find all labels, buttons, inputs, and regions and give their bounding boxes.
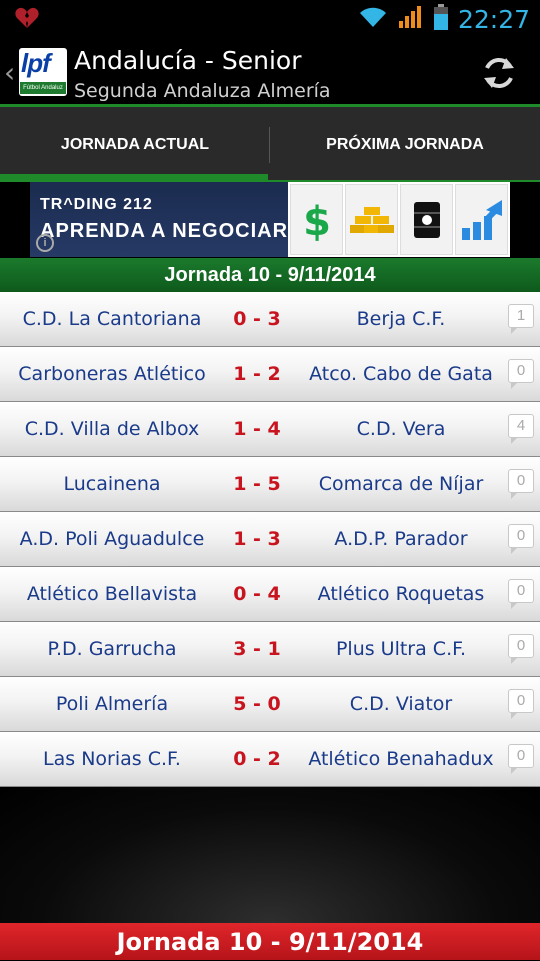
- match-score: 1 - 4: [233, 418, 281, 440]
- back-chevron-icon[interactable]: ‹: [4, 56, 15, 89]
- matches-list: C.D. La Cantoriana 0 - 3 Berja C.F. 1 Ca…: [0, 292, 540, 787]
- home-team: Atlético Bellavista: [26, 583, 198, 605]
- match-score: 0 - 2: [233, 748, 281, 770]
- battery-icon: [433, 4, 448, 35]
- ad-info-icon[interactable]: i: [36, 234, 54, 252]
- comments-count[interactable]: 1: [508, 304, 534, 334]
- status-bar: 22:27: [0, 0, 540, 38]
- match-score: 1 - 3: [233, 528, 281, 550]
- round-header: Jornada 10 - 9/11/2014: [0, 258, 540, 292]
- match-score: 0 - 4: [233, 583, 281, 605]
- comments-count[interactable]: 0: [508, 469, 534, 499]
- page-title: Andalucía - Senior: [74, 46, 302, 75]
- oil-barrel-icon: [400, 184, 453, 255]
- round-footer-button[interactable]: Jornada 10 - 9/11/2014: [0, 923, 540, 960]
- match-score: 3 - 1: [233, 638, 281, 660]
- home-team: Carboneras Atlético: [18, 363, 206, 385]
- match-score: 5 - 0: [233, 693, 281, 715]
- away-team: Plus Ultra C.F.: [335, 638, 467, 660]
- page-subtitle: Segunda Andaluza Almería: [74, 80, 331, 102]
- dollar-icon: $: [290, 184, 343, 255]
- match-row[interactable]: Poli Almería 5 - 0 C.D. Viator 0: [0, 677, 540, 732]
- home-team: P.D. Garrucha: [47, 638, 177, 660]
- gold-bars-icon: [345, 184, 398, 255]
- broken-heart-icon: [14, 6, 40, 35]
- away-team: Atlético Roquetas: [317, 583, 485, 605]
- refresh-icon[interactable]: [480, 54, 518, 92]
- match-row[interactable]: C.D. Villa de Albox 1 - 4 C.D. Vera 4: [0, 402, 540, 457]
- comments-count[interactable]: 0: [508, 524, 534, 554]
- away-team: Atlético Benahadux: [308, 748, 494, 770]
- tab-selected-indicator: [0, 174, 268, 182]
- tab-proxima-jornada[interactable]: PRÓXIMA JORNADA: [270, 107, 540, 182]
- action-bar: ‹ lpf Fútbol Andaluz Andalucía - Senior …: [0, 38, 540, 106]
- tab-jornada-actual[interactable]: JORNADA ACTUAL: [0, 107, 270, 182]
- comments-count[interactable]: 4: [508, 414, 534, 444]
- match-row[interactable]: Las Norias C.F. 0 - 2 Atlético Benahadux…: [0, 732, 540, 787]
- match-score: 1 - 2: [233, 363, 281, 385]
- wifi-icon: [358, 5, 388, 34]
- signal-icon: [398, 5, 424, 34]
- ad-banner[interactable]: TR^DING 212 APRENDA A NEGOCIAR i $: [30, 182, 510, 257]
- comments-count[interactable]: 0: [508, 744, 534, 774]
- comments-count[interactable]: 0: [508, 359, 534, 389]
- ad-cta: APRENDA A NEGOCIAR: [40, 220, 289, 242]
- clock-time: 22:27: [457, 5, 530, 34]
- empty-list-background: [0, 787, 540, 923]
- match-row[interactable]: A.D. Poli Aguadulce 1 - 3 A.D.P. Parador…: [0, 512, 540, 567]
- match-row[interactable]: Carboneras Atlético 1 - 2 Atco. Cabo de …: [0, 347, 540, 402]
- ad-text-panel[interactable]: TR^DING 212 APRENDA A NEGOCIAR i: [30, 182, 288, 257]
- away-team: C.D. Viator: [349, 693, 453, 715]
- growth-chart-icon: [455, 184, 508, 255]
- tab-bar: JORNADA ACTUAL PRÓXIMA JORNADA: [0, 107, 540, 182]
- home-team: A.D. Poli Aguadulce: [19, 528, 205, 550]
- away-team: Comarca de Níjar: [318, 473, 484, 495]
- away-team: C.D. Vera: [356, 418, 446, 440]
- comments-count[interactable]: 0: [508, 579, 534, 609]
- match-row[interactable]: C.D. La Cantoriana 0 - 3 Berja C.F. 1: [0, 292, 540, 347]
- svg-text:$: $: [303, 199, 331, 245]
- ad-brand: TR^DING 212: [40, 196, 153, 213]
- home-team: Las Norias C.F.: [43, 748, 181, 770]
- comments-count[interactable]: 0: [508, 634, 534, 664]
- match-row[interactable]: Lucainena 1 - 5 Comarca de Níjar 0: [0, 457, 540, 512]
- match-row[interactable]: Atlético Bellavista 0 - 4 Atlético Roque…: [0, 567, 540, 622]
- app-logo-subtext: Fútbol Andaluz: [20, 82, 66, 94]
- match-score: 0 - 3: [233, 308, 281, 330]
- app-logo[interactable]: lpf Fútbol Andaluz: [19, 48, 67, 96]
- match-score: 1 - 5: [233, 473, 281, 495]
- comments-count[interactable]: 0: [508, 689, 534, 719]
- home-team: C.D. Villa de Albox: [24, 418, 200, 440]
- app-logo-text: lpf: [21, 48, 51, 78]
- away-team: Berja C.F.: [356, 308, 446, 330]
- home-team: Poli Almería: [55, 693, 169, 715]
- home-team: Lucainena: [63, 473, 161, 495]
- away-team: A.D.P. Parador: [334, 528, 468, 550]
- home-team: C.D. La Cantoriana: [22, 308, 202, 330]
- away-team: Atco. Cabo de Gata: [309, 363, 493, 385]
- match-row[interactable]: P.D. Garrucha 3 - 1 Plus Ultra C.F. 0: [0, 622, 540, 677]
